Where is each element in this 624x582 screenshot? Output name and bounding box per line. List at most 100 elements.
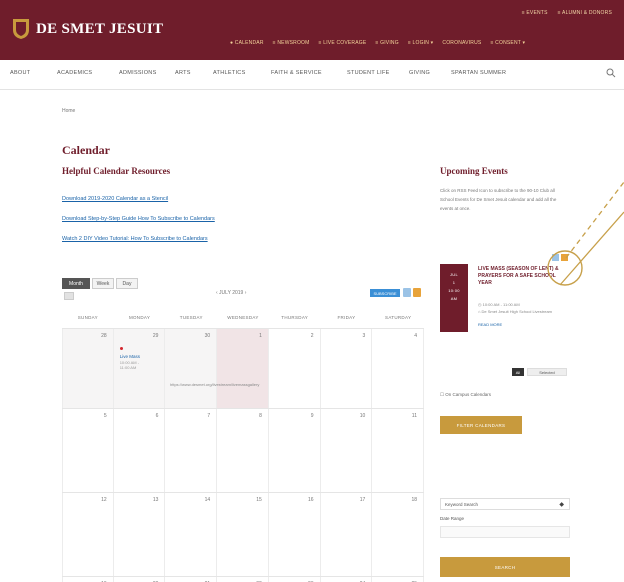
site-header: DE SMET JESUIT ≡ EVENTS ≡ ALUMNI & DONOR… [0, 0, 624, 60]
calendar-day[interactable]: 22 [217, 577, 269, 582]
dow-saturday: SATURDAY [385, 314, 412, 320]
search-icon[interactable] [606, 68, 616, 78]
top-link-login[interactable]: ≡ LOGIN ▾ [408, 40, 434, 46]
calendar-week: 12 13 14 15 16 17 18 [62, 492, 424, 576]
calendar-day[interactable]: 7 [165, 409, 218, 492]
calendar-day[interactable]: 28 [62, 329, 114, 408]
site-logo[interactable]: DE SMET JESUIT [12, 18, 163, 40]
resource-link-stencil[interactable]: Download 2019-2020 Calendar as a Stencil [62, 196, 168, 202]
nav-item-giving[interactable]: GIVING [409, 70, 451, 76]
utility-link-alumni[interactable]: ≡ ALUMNI & DONORS [558, 10, 612, 16]
subscribe-button[interactable]: SUBSCRIBE [370, 289, 400, 297]
calendar-day[interactable]: 18 [372, 493, 424, 576]
month-navigator[interactable]: ‹ JULY 2019 › [216, 290, 246, 296]
date-range-label: Date Range [440, 516, 465, 521]
calendar-icon[interactable] [403, 288, 411, 297]
top-link-calendar[interactable]: ● CALENDAR [230, 40, 264, 46]
calendar-day[interactable]: 10 [321, 409, 373, 492]
rss-feed-icon[interactable] [561, 254, 568, 261]
calendar-day[interactable]: 6 [114, 409, 166, 492]
filter-selected-toggle[interactable]: Selected [527, 368, 567, 376]
calendar-day[interactable]: 11 [372, 409, 424, 492]
keyword-search-select[interactable]: Keyword Search ◆ [440, 498, 570, 510]
top-link-live-coverage[interactable]: ≡ LIVE COVERAGE [319, 40, 367, 46]
search-button[interactable]: SEARCH [440, 557, 570, 577]
calendar-day[interactable]: 9 [269, 409, 321, 492]
top-link-consent[interactable]: ≡ CONSENT ▾ [490, 40, 525, 46]
calendar-day[interactable]: 17 [321, 493, 373, 576]
dow-sunday: SUNDAY [77, 314, 98, 320]
utility-link-events[interactable]: ≡ EVENTS [522, 10, 548, 16]
chevron-down-icon: ◆ [559, 502, 564, 508]
calendar-day[interactable]: 23 [269, 577, 321, 582]
nav-item-athletics[interactable]: ATHLETICS [213, 70, 271, 76]
upcoming-event-title[interactable]: LIVE MASS (SEASON OF LENT) & PRAYERS FOR… [478, 266, 570, 287]
rss-icon[interactable] [413, 288, 421, 297]
calendar-week: 5 6 7 8 9 10 11 [62, 408, 424, 492]
page-title: Calendar [62, 143, 110, 157]
calendar-day[interactable]: 16 [269, 493, 321, 576]
event-link[interactable]: https://www.desmet.org/livestream/livema… [170, 382, 259, 387]
calendar-day[interactable]: 2 [269, 329, 321, 408]
calendar-day[interactable]: 13 [114, 493, 166, 576]
crest-icon [13, 19, 29, 39]
nav-item-student-life[interactable]: STUDENT LIFE [347, 70, 409, 76]
upcoming-events-intro: Click on RSS Feed Icon to subscribe to t… [440, 188, 557, 211]
calendar-day[interactable]: 12 [62, 493, 114, 576]
calendar-day[interactable]: 30 [165, 329, 218, 408]
calendar-day-today[interactable]: 1 [217, 329, 269, 408]
nav-item-spartan-summer[interactable]: SPARTAN SUMMER [451, 70, 521, 76]
calendar-day[interactable]: 14 [165, 493, 218, 576]
dow-monday: MONDAY [128, 314, 151, 320]
date-range-input[interactable] [440, 526, 570, 538]
calendar-day[interactable]: 5 [62, 409, 114, 492]
breadcrumb[interactable]: Home [62, 108, 75, 114]
calendar-day[interactable]: 29 Live Mass 10:00 AM - 11:00 AM [113, 329, 166, 408]
on-campus-checkbox[interactable]: ☐ On Campus Calendars [440, 392, 491, 398]
calendar-feed-icon[interactable] [552, 254, 559, 261]
nav-item-about[interactable]: ABOUT [10, 70, 57, 76]
resource-link-video[interactable]: Watch 2 DIY Video Tutorial: How To Subsc… [62, 236, 208, 242]
top-link-giving[interactable]: ≡ GIVING [375, 40, 398, 46]
dow-friday: FRIDAY [337, 314, 356, 320]
calendar-toggle-button[interactable] [64, 292, 74, 300]
filter-calendars-button[interactable]: FILTER CALENDARS [440, 416, 522, 434]
calendar-day[interactable]: 3 [321, 329, 373, 408]
event-dot-icon [119, 347, 123, 350]
nav-item-arts[interactable]: ARTS [175, 70, 213, 76]
calendar-day[interactable]: 19 [62, 577, 114, 582]
view-day-button[interactable]: Day [116, 278, 138, 289]
dow-wednesday: WEDNESDAY [227, 314, 259, 320]
select-value: Keyword Search [445, 502, 479, 507]
calendar-event[interactable]: Live Mass 10:00 AM - 11:00 AM [119, 347, 166, 370]
top-link-coronavirus[interactable]: CORONAVIRUS [442, 40, 481, 46]
event-date-badge: JUL 1 10:00 AM [440, 264, 468, 332]
view-week-button[interactable]: Week [92, 278, 114, 289]
resources-heading: Helpful Calendar Resources [62, 166, 171, 176]
read-more-link[interactable]: READ MORE [478, 322, 502, 327]
filter-all-toggle[interactable]: All [512, 368, 524, 376]
upcoming-event-time: ◷ 10:00 AM - 11:00 AM [478, 302, 520, 307]
calendar-day[interactable]: 15 [217, 493, 269, 576]
calendar-day[interactable]: 8 [217, 409, 269, 492]
calendar-week: 28 29 Live Mass 10:00 AM - 11:00 AM 30 1… [62, 328, 424, 408]
main-nav: ABOUT ACADEMICS ADMISSIONS ARTS ATHLETIC… [0, 60, 624, 90]
calendar-day[interactable]: 21 [165, 577, 218, 582]
top-link-newsroom[interactable]: ≡ NEWSROOM [273, 40, 310, 46]
resource-link-guide[interactable]: Download Step-by-Step Guide How To Subsc… [62, 216, 215, 222]
nav-item-academics[interactable]: ACADEMICS [57, 70, 119, 76]
calendar-day[interactable]: 20 [114, 577, 166, 582]
utility-links: ≡ EVENTS ≡ ALUMNI & DONORS [522, 10, 612, 16]
calendar-day[interactable]: 24 [321, 577, 373, 582]
upcoming-event-card[interactable]: JUL 1 10:00 AM LIVE MASS (SEASON OF LENT… [440, 264, 570, 332]
calendar-day[interactable]: 4 [372, 329, 424, 408]
calendar-week: 19 20 21 22 23 24 25 [62, 576, 424, 582]
calendar-day[interactable]: 25 [372, 577, 424, 582]
nav-item-faith-service[interactable]: FAITH & SERVICE [271, 70, 347, 76]
upcoming-events-title: Upcoming Events [440, 166, 508, 176]
top-links: ● CALENDAR ≡ NEWSROOM ≡ LIVE COVERAGE ≡ … [230, 40, 525, 46]
nav-item-admissions[interactable]: ADMISSIONS [119, 70, 175, 76]
view-month-button[interactable]: Month [62, 278, 90, 289]
site-name: DE SMET JESUIT [36, 20, 164, 37]
event-time-end: 11:00 AM [119, 365, 137, 370]
